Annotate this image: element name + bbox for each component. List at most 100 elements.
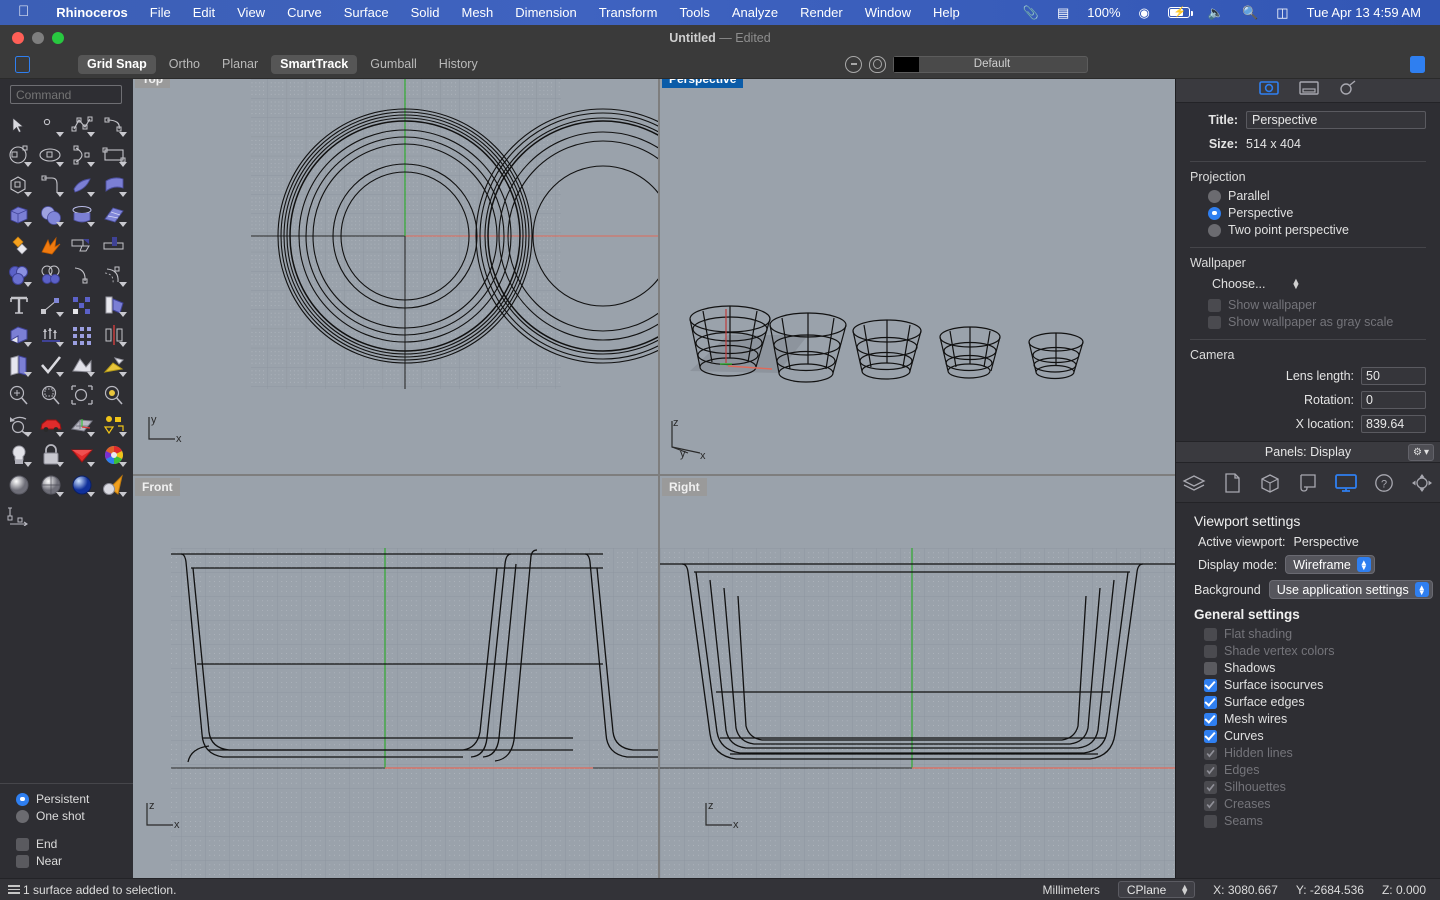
rectangle-icon[interactable] bbox=[98, 140, 130, 170]
color-wheel-icon[interactable] bbox=[98, 440, 130, 470]
menu-solid[interactable]: Solid bbox=[400, 5, 451, 20]
render-mesh-icon[interactable] bbox=[98, 350, 130, 380]
cylinder-icon[interactable] bbox=[67, 200, 99, 230]
radio-perspective[interactable] bbox=[1208, 206, 1221, 220]
rotation-input[interactable] bbox=[1361, 391, 1426, 409]
split-icon[interactable] bbox=[98, 230, 130, 260]
setting-seams[interactable]: Seams bbox=[1204, 814, 1440, 828]
boolean-union-icon[interactable] bbox=[3, 230, 35, 260]
radio-parallel[interactable] bbox=[1208, 189, 1221, 203]
trim-icon[interactable] bbox=[67, 230, 99, 260]
projection-option-two-point[interactable]: Two point perspective bbox=[1208, 223, 1426, 237]
checkbox-curves[interactable] bbox=[1204, 729, 1217, 743]
dimension-linear-icon[interactable] bbox=[3, 500, 35, 530]
extrude-surface-icon[interactable] bbox=[98, 170, 130, 200]
viewport-title-input[interactable] bbox=[1246, 111, 1426, 129]
menu-mesh[interactable]: Mesh bbox=[451, 5, 505, 20]
checkbox-show-wallpaper-gray[interactable] bbox=[1208, 315, 1221, 329]
rotate-view-icon[interactable] bbox=[3, 410, 35, 440]
viewport-properties-icon[interactable] bbox=[1258, 80, 1280, 101]
light-properties-icon[interactable] bbox=[1338, 80, 1358, 101]
menu-render[interactable]: Render bbox=[789, 5, 854, 20]
viewport-perspective-label[interactable]: Perspective bbox=[662, 79, 744, 88]
setting-hidden-lines[interactable]: Hidden lines bbox=[1204, 746, 1440, 760]
toggle-history[interactable]: History bbox=[430, 55, 487, 74]
car-icon[interactable] bbox=[35, 410, 67, 440]
command-input[interactable] bbox=[10, 85, 122, 104]
boolean-intersection-icon[interactable] bbox=[35, 260, 67, 290]
zoom-window-icon[interactable] bbox=[35, 380, 67, 410]
play-circle-icon[interactable]: ◉ bbox=[1130, 5, 1159, 21]
setting-creases[interactable]: Creases bbox=[1204, 797, 1440, 811]
layer-target-icon[interactable] bbox=[845, 55, 862, 73]
material-selector[interactable]: Default bbox=[893, 55, 1088, 73]
surface-patch-icon[interactable] bbox=[98, 200, 130, 230]
viewport-perspective[interactable]: Perspective z y x bbox=[660, 79, 1175, 474]
checkbox-silhouettes[interactable] bbox=[1204, 780, 1217, 794]
dimension-icon[interactable] bbox=[35, 290, 67, 320]
layers-icon[interactable] bbox=[1182, 472, 1207, 494]
offset-curve-icon[interactable] bbox=[67, 260, 99, 290]
battery-percent-label[interactable]: 100% bbox=[1078, 5, 1129, 20]
checkbox-surface-isocurves[interactable] bbox=[1204, 678, 1217, 692]
radio-two-point[interactable] bbox=[1208, 223, 1221, 237]
check-mark-icon[interactable] bbox=[35, 350, 67, 380]
viewport-top[interactable]: Top y x bbox=[133, 79, 658, 474]
array-icon[interactable] bbox=[67, 290, 99, 320]
panel-options-button[interactable]: ⚙ ▾ bbox=[1408, 444, 1434, 461]
right-sidebar-toggle-icon[interactable] bbox=[1410, 55, 1425, 73]
osnap-near[interactable]: Near bbox=[16, 854, 133, 868]
material-icon[interactable] bbox=[67, 440, 99, 470]
viewport-front-canvas[interactable] bbox=[133, 476, 658, 878]
display-mode-dropdown[interactable]: Wireframe ▲ ▼ bbox=[1285, 555, 1375, 574]
menu-file[interactable]: File bbox=[139, 5, 182, 20]
menu-curve[interactable]: Curve bbox=[276, 5, 333, 20]
apple-logo-icon[interactable]:  bbox=[18, 3, 29, 20]
toggle-grid-snap[interactable]: Grid Snap bbox=[78, 54, 156, 74]
clock-label[interactable]: Tue Apr 13 4:59 AM bbox=[1298, 5, 1430, 20]
projection-option-parallel[interactable]: Parallel bbox=[1208, 189, 1426, 203]
battery-icon[interactable]: ⚡ bbox=[1159, 7, 1199, 18]
display-icon[interactable]: ▤ bbox=[1048, 5, 1078, 21]
polyline-icon[interactable] bbox=[67, 110, 99, 140]
surface-from-curves-icon[interactable] bbox=[67, 170, 99, 200]
x-location-input[interactable] bbox=[1361, 415, 1426, 433]
checkbox-edges[interactable] bbox=[1204, 763, 1217, 777]
setting-edges[interactable]: Edges bbox=[1204, 763, 1440, 777]
radio-persistent[interactable] bbox=[16, 792, 29, 806]
volume-icon[interactable]: 🔈 bbox=[1199, 5, 1233, 21]
checkbox-hidden-lines[interactable] bbox=[1204, 746, 1217, 760]
menu-rhinoceros[interactable]: Rhinoceros bbox=[45, 5, 139, 20]
setting-shade-vertex-colors[interactable]: Shade vertex colors bbox=[1204, 644, 1440, 658]
glossy-sphere-icon[interactable] bbox=[67, 470, 99, 500]
grid-array-icon[interactable] bbox=[67, 320, 99, 350]
arc-curve-icon[interactable] bbox=[98, 110, 130, 140]
book-page-icon[interactable] bbox=[3, 350, 35, 380]
rendered-sphere-icon[interactable] bbox=[35, 470, 67, 500]
shaded-sphere-icon[interactable] bbox=[3, 470, 35, 500]
viewport-right-label[interactable]: Right bbox=[662, 478, 707, 496]
show-wallpaper-row[interactable]: Show wallpaper bbox=[1208, 298, 1426, 312]
hamburger-icon[interactable] bbox=[8, 885, 20, 894]
control-center-icon[interactable]: ◫ bbox=[1267, 5, 1297, 21]
osnap-mode-persistent[interactable]: Persistent bbox=[16, 792, 133, 806]
menu-surface[interactable]: Surface bbox=[333, 5, 400, 20]
setting-flat-shading[interactable]: Flat shading bbox=[1204, 627, 1440, 641]
left-sidebar-toggle-icon[interactable] bbox=[15, 55, 30, 73]
mesh-tools-icon[interactable] bbox=[67, 350, 99, 380]
help-icon[interactable]: ? bbox=[1372, 472, 1397, 494]
lens-length-input[interactable] bbox=[1361, 367, 1426, 385]
fillet-curve-icon[interactable] bbox=[35, 170, 67, 200]
checkbox-flat-shading[interactable] bbox=[1204, 627, 1217, 641]
display-monitor-icon[interactable] bbox=[1334, 472, 1359, 494]
menu-window[interactable]: Window bbox=[854, 5, 922, 20]
maximize-button[interactable] bbox=[52, 31, 64, 44]
close-button[interactable] bbox=[12, 31, 24, 44]
zoom-selected-icon[interactable] bbox=[98, 380, 130, 410]
search-icon[interactable]: 🔍 bbox=[1233, 5, 1267, 21]
menu-analyze[interactable]: Analyze bbox=[721, 5, 789, 20]
show-wallpaper-gray-row[interactable]: Show wallpaper as gray scale bbox=[1208, 315, 1426, 329]
cplane-dropdown[interactable]: CPlane ▲ ▼ bbox=[1117, 881, 1196, 898]
clip-icon[interactable]: 📎 bbox=[1014, 5, 1048, 21]
setting-surface-isocurves[interactable]: Surface isocurves bbox=[1204, 678, 1440, 692]
